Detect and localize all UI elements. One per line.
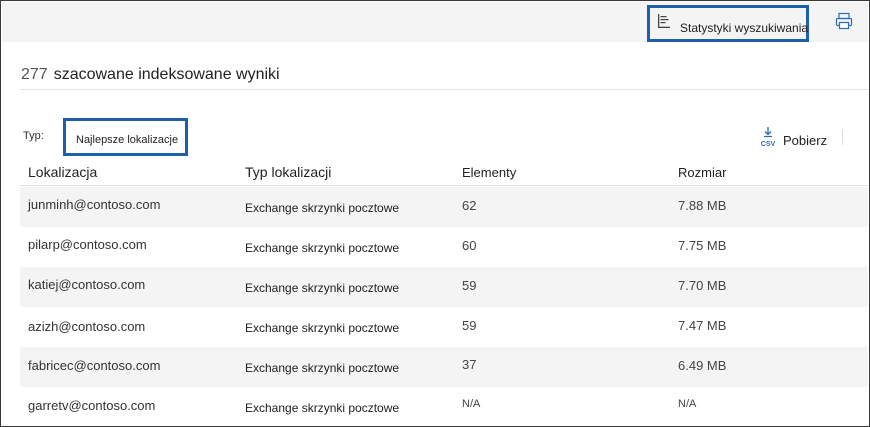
- cell-items: 59: [462, 278, 477, 293]
- search-statistics-label: Statystyki wyszukiwania: [680, 21, 809, 35]
- cell-items: 59: [462, 318, 477, 333]
- table-row[interactable]: katiej@contoso.com Exchange skrzynki poc…: [20, 267, 868, 307]
- cell-location-type: Exchange skrzynki pocztowe: [245, 201, 400, 215]
- cell-items: 37: [462, 357, 477, 372]
- table-row[interactable]: azizh@contoso.com Exchange skrzynki pocz…: [20, 307, 868, 347]
- table-row[interactable]: pilarp@contoso.com Exchange skrzynki poc…: [20, 227, 868, 267]
- cell-location: pilarp@contoso.com: [28, 237, 147, 252]
- cell-size: 7.47 MB: [678, 318, 727, 333]
- print-icon[interactable]: [834, 11, 854, 31]
- type-filter-label: Typ:: [23, 130, 44, 142]
- table-header: Lokalizacja Typ lokalizacji Elementy Roz…: [20, 161, 868, 186]
- cell-size: 7.88 MB: [678, 198, 727, 213]
- table-row[interactable]: junminh@contoso.com Exchange skrzynki po…: [20, 187, 868, 227]
- results-summary: 277 szacowane indeksowane wyniki: [21, 66, 280, 84]
- svg-text:CSV: CSV: [761, 141, 776, 148]
- search-statistics-panel: Statystyki wyszukiwania 277 szacowane ind…: [0, 0, 870, 427]
- cell-location: azizh@contoso.com: [28, 319, 146, 334]
- cell-items: 62: [462, 198, 477, 213]
- cell-location: junminh@contoso.com: [28, 197, 161, 212]
- results-count: 277: [21, 66, 48, 83]
- cell-location-type: Exchange skrzynki pocztowe: [245, 321, 400, 335]
- column-header-size[interactable]: Rozmiar: [678, 165, 726, 180]
- type-filter-dropdown[interactable]: Najlepsze lokalizacje: [63, 118, 188, 156]
- table-row[interactable]: garretv@contoso.com Exchange skrzynki po…: [20, 387, 868, 426]
- cell-location-type: Exchange skrzynki pocztowe: [245, 401, 400, 415]
- column-header-items[interactable]: Elementy: [462, 165, 516, 180]
- csv-download-icon: CSV: [761, 127, 776, 148]
- toolbar-separator: [842, 129, 843, 145]
- cell-items: 60: [462, 238, 477, 253]
- table-row[interactable]: fabricec@contoso.com Exchange skrzynki p…: [20, 347, 868, 387]
- cell-items: N/A: [462, 398, 481, 410]
- cell-location-type: Exchange skrzynki pocztowe: [245, 241, 400, 255]
- cell-location-type: Exchange skrzynki pocztowe: [245, 361, 400, 375]
- download-label: Pobierz: [783, 133, 828, 148]
- cell-size: N/A: [678, 398, 697, 410]
- cell-size: 7.75 MB: [678, 238, 727, 253]
- column-header-location-type[interactable]: Typ lokalizacji: [245, 164, 331, 180]
- cell-size: 7.70 MB: [678, 278, 727, 293]
- column-header-location[interactable]: Lokalizacja: [28, 164, 97, 180]
- cell-location: fabricec@contoso.com: [28, 358, 161, 373]
- cell-location: garretv@contoso.com: [28, 398, 156, 413]
- search-statistics-button[interactable]: Statystyki wyszukiwania: [647, 5, 809, 42]
- cell-location-type: Exchange skrzynki pocztowe: [245, 281, 400, 295]
- divider: [20, 89, 868, 90]
- stats-report-icon: [658, 14, 670, 28]
- results-label: szacowane indeksowane wyniki: [53, 66, 280, 83]
- type-filter-value: Najlepsze lokalizacje: [76, 134, 179, 146]
- cell-size: 6.49 MB: [678, 358, 727, 373]
- cell-location: katiej@contoso.com: [28, 277, 146, 292]
